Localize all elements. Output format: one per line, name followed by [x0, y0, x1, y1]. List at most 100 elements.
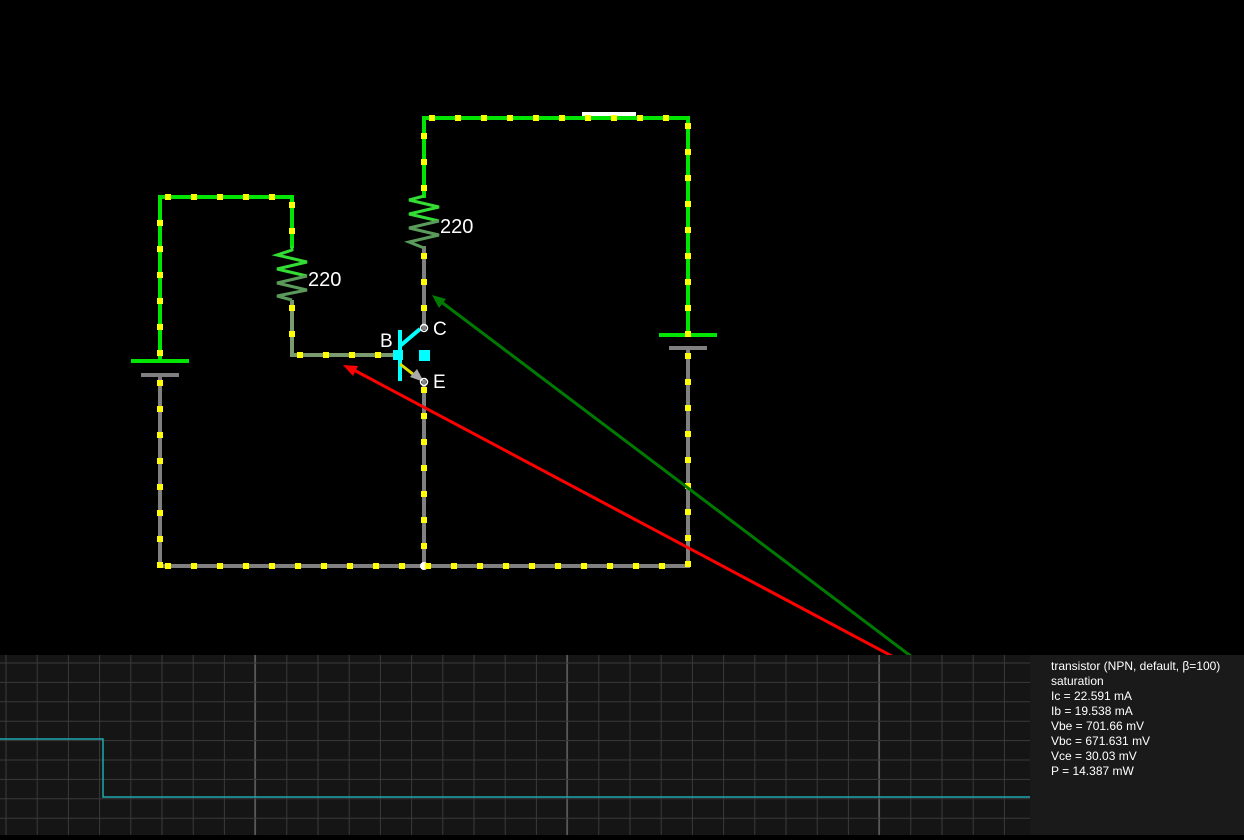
current-dot — [243, 563, 249, 569]
current-dot — [157, 220, 163, 226]
current-dot — [157, 432, 163, 438]
current-dot — [685, 509, 691, 515]
current-dot — [289, 228, 295, 234]
scope-info-text: transistor (NPN, default, β=100) saturat… — [1051, 659, 1220, 779]
current-dot — [157, 324, 163, 330]
current-dot — [455, 115, 461, 121]
current-dot — [685, 353, 691, 359]
current-dot — [165, 194, 171, 200]
current-dot — [685, 431, 691, 437]
current-dot — [269, 563, 275, 569]
transistor-npn[interactable] — [393, 323, 430, 387]
current-dot — [685, 457, 691, 463]
current-dot — [157, 458, 163, 464]
current-dot — [289, 202, 295, 208]
current-dot — [421, 413, 427, 419]
current-dot — [157, 380, 163, 386]
current-dot — [421, 185, 427, 191]
current-dot — [373, 563, 379, 569]
current-dot — [157, 298, 163, 304]
info-line-vbe: Vbe = 701.66 mV — [1051, 719, 1145, 733]
current-dot — [421, 253, 427, 259]
current-dot — [421, 133, 427, 139]
current-dot — [421, 387, 427, 393]
current-dot — [685, 331, 691, 337]
current-dot — [421, 517, 427, 523]
circuit-canvas[interactable]: 220 220 B C E — [0, 0, 1244, 760]
current-dot — [633, 563, 639, 569]
current-dot — [157, 484, 163, 490]
scope-plot[interactable] — [0, 655, 1030, 835]
current-dot — [559, 115, 565, 121]
current-dot — [529, 563, 535, 569]
transistor-base-label: B — [380, 331, 393, 352]
info-line-title: transistor (NPN, default, β=100) — [1051, 659, 1221, 673]
circuit-svg[interactable]: 220 220 B C E — [0, 0, 1244, 760]
current-dot — [191, 194, 197, 200]
transistor-collector-label: C — [433, 319, 447, 340]
current-dot — [637, 115, 643, 121]
current-dot — [295, 563, 301, 569]
current-dot — [585, 115, 591, 121]
current-dot — [421, 439, 427, 445]
battery-left[interactable] — [131, 359, 189, 377]
current-dot — [297, 352, 303, 358]
current-dot — [503, 563, 509, 569]
current-dot — [685, 279, 691, 285]
current-dot — [451, 563, 457, 569]
transistor-select-handle[interactable] — [419, 350, 430, 361]
scope-trace — [0, 738, 1030, 798]
scope-grid-lines — [0, 655, 1030, 835]
current-dot — [685, 379, 691, 385]
current-dot — [607, 563, 613, 569]
current-dot — [323, 352, 329, 358]
current-dot — [243, 194, 249, 200]
scope-panel[interactable]: transistor (NPN, default, β=100) saturat… — [0, 655, 1244, 835]
current-dot — [191, 563, 197, 569]
current-dot — [399, 563, 405, 569]
current-dot — [481, 115, 487, 121]
current-dot — [421, 305, 427, 311]
current-dot — [507, 115, 513, 121]
current-dot — [217, 563, 223, 569]
info-line-ic: Ic = 22.591 mA — [1051, 689, 1133, 703]
probe-vce-arrow — [432, 295, 1047, 760]
current-dot — [289, 305, 295, 311]
current-dot — [685, 227, 691, 233]
info-line-vce: Vce = 30.03 mV — [1051, 749, 1137, 763]
current-dot — [157, 406, 163, 412]
current-dot — [157, 536, 163, 542]
current-dot — [157, 510, 163, 516]
current-dot — [685, 123, 691, 129]
info-line-region: saturation — [1051, 674, 1104, 688]
current-dot — [659, 563, 665, 569]
current-dot — [157, 350, 163, 356]
current-dot — [421, 465, 427, 471]
current-dot — [685, 561, 691, 567]
current-dot — [217, 194, 223, 200]
current-dot — [685, 175, 691, 181]
current-dot — [685, 253, 691, 259]
current-dot — [685, 149, 691, 155]
info-line-power: P = 14.387 mW — [1051, 764, 1134, 778]
current-dot — [421, 491, 427, 497]
current-dot — [347, 563, 353, 569]
current-dot — [349, 352, 355, 358]
current-dot — [421, 159, 427, 165]
current-dot — [289, 331, 295, 337]
current-dot — [375, 352, 381, 358]
current-dot — [157, 246, 163, 252]
resistor-left[interactable] — [271, 246, 308, 302]
current-dot — [685, 405, 691, 411]
current-dot — [663, 115, 669, 121]
current-dot — [477, 563, 483, 569]
resistor-left-label: 220 — [308, 269, 341, 291]
resistor-top-label: 220 — [440, 216, 473, 238]
current-dot — [157, 562, 163, 568]
current-dot — [533, 115, 539, 121]
current-dot — [429, 115, 435, 121]
current-dot — [425, 563, 431, 569]
current-dot — [421, 279, 427, 285]
resistor-top[interactable] — [404, 194, 440, 250]
wire-left-loop[interactable] — [158, 195, 294, 363]
